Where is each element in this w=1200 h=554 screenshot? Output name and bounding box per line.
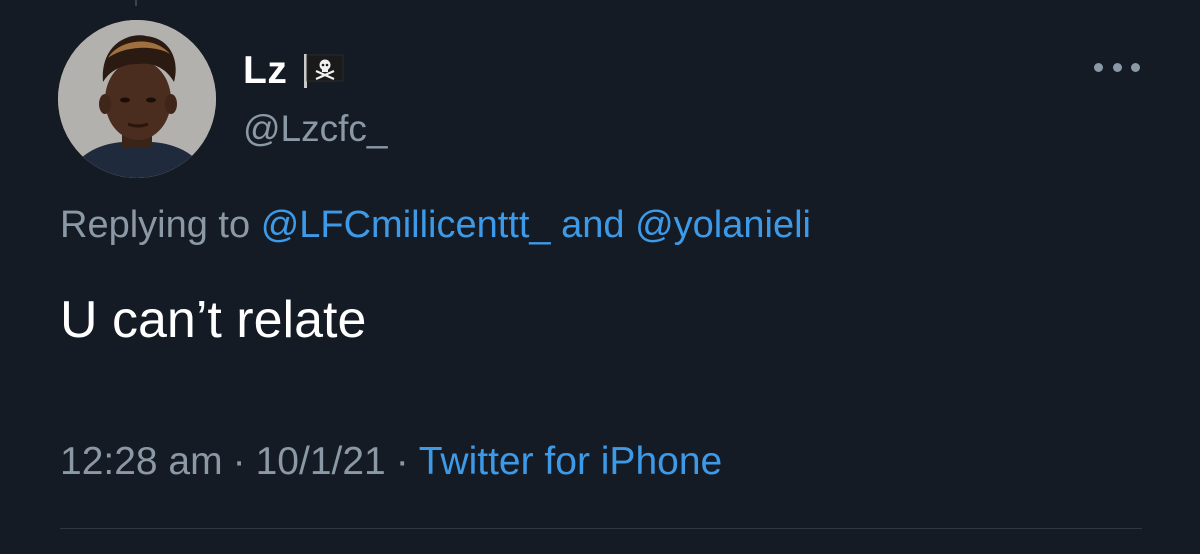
display-name[interactable]: Lz bbox=[243, 49, 287, 93]
tweet[interactable]: Lz @Lzcfc_ Replying to @LFCmillicenttt_ … bbox=[0, 0, 1200, 554]
user-handle[interactable]: @Lzcfc_ bbox=[243, 108, 388, 150]
tweet-date[interactable]: 10/1/21 bbox=[256, 440, 386, 483]
avatar[interactable] bbox=[58, 20, 216, 178]
separator-dot: · bbox=[395, 440, 409, 483]
more-options-icon[interactable] bbox=[1094, 54, 1140, 80]
reply-mention-link[interactable]: @LFCmillicenttt_ bbox=[261, 204, 551, 246]
pirate-flag-icon bbox=[301, 52, 345, 90]
tweet-time[interactable]: 12:28 am bbox=[60, 440, 223, 483]
replying-to-label: Replying to bbox=[60, 204, 251, 246]
replying-to-line: Replying to @LFCmillicenttt_ and @yolani… bbox=[60, 204, 811, 247]
reply-and-link[interactable]: and bbox=[561, 204, 624, 246]
display-name-row[interactable]: Lz bbox=[243, 46, 345, 96]
thread-connector-line bbox=[135, 0, 137, 6]
tweet-text: U can’t relate bbox=[60, 291, 367, 349]
tweet-metadata: 12:28 am · 10/1/21 · Twitter for iPhone bbox=[60, 440, 722, 484]
tweet-source-link[interactable]: Twitter for iPhone bbox=[419, 440, 722, 483]
reply-mention-link[interactable]: @yolanieli bbox=[635, 204, 811, 246]
divider bbox=[60, 528, 1142, 529]
separator-dot: · bbox=[232, 440, 246, 483]
